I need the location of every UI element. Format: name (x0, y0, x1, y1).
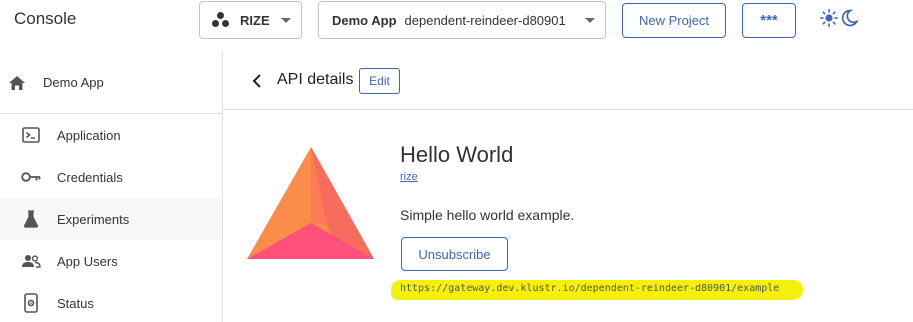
org-select-value: RIZE (240, 12, 270, 28)
brand-title: Console (14, 9, 77, 28)
endpoint-url[interactable]: https://gateway.dev.klustr.io/dependent-… (390, 278, 811, 300)
sidebar-header[interactable]: Demo App (0, 52, 222, 114)
home-icon (8, 74, 26, 92)
sidebar-item-label: Status (57, 295, 94, 311)
api-description: Simple hello world example. (400, 207, 575, 223)
sidebar-item-application[interactable]: Application (0, 114, 222, 156)
users-icon (21, 251, 41, 271)
page-header: API details Edit (223, 52, 913, 110)
app-select-id: dependent-reindeer-d80901 (404, 12, 566, 28)
org-select[interactable]: RIZE (199, 1, 302, 39)
top-bar: Console RIZE Demo App dependent-reindeer… (0, 0, 913, 52)
api-name: Hello World (400, 142, 514, 167)
sidebar-item-label: Experiments (57, 211, 130, 227)
edit-button[interactable]: Edit (359, 68, 400, 94)
terminal-icon (21, 125, 41, 145)
sun-icon[interactable] (820, 8, 839, 30)
sidebar-item-app-users[interactable]: App Users (0, 240, 222, 282)
sidebar-item-label: Credentials (57, 169, 123, 185)
api-owner-link[interactable]: rize (400, 171, 418, 183)
moon-icon[interactable] (841, 9, 859, 30)
new-project-button[interactable]: New Project (622, 3, 726, 38)
secrets-button[interactable]: *** (742, 3, 796, 38)
sidebar-item-experiments[interactable]: Experiments (0, 198, 222, 240)
sidebar-header-label: Demo App (43, 75, 104, 90)
app-select[interactable]: Demo App dependent-reindeer-d80901 (318, 1, 606, 39)
sidebar-items: Application Credentials Experiments App … (0, 114, 222, 322)
caret-down-icon (281, 18, 291, 23)
org-logo-icon (212, 12, 230, 28)
sidebar: Demo App Application Credentials Experim… (0, 52, 223, 322)
sidebar-item-label: App Users (57, 253, 118, 269)
sidebar-item-label: Application (57, 127, 121, 143)
page-title: API details (277, 71, 354, 88)
back-chevron-icon[interactable] (250, 71, 264, 91)
endpoint-url-text: https://gateway.dev.klustr.io/dependent-… (400, 283, 780, 294)
sidebar-item-credentials[interactable]: Credentials (0, 156, 222, 198)
main-content: API details Edit Hello World rize Simple… (223, 52, 913, 322)
key-icon (21, 167, 41, 187)
unsubscribe-button[interactable]: Unsubscribe (401, 237, 508, 271)
phone-settings-icon (21, 293, 41, 313)
theme-toggle[interactable] (820, 8, 864, 30)
flask-icon (21, 209, 41, 229)
caret-down-icon (585, 18, 595, 23)
app-select-name: Demo App (332, 12, 397, 28)
api-logo-icon (247, 147, 374, 259)
sidebar-item-status[interactable]: Status (0, 282, 222, 322)
